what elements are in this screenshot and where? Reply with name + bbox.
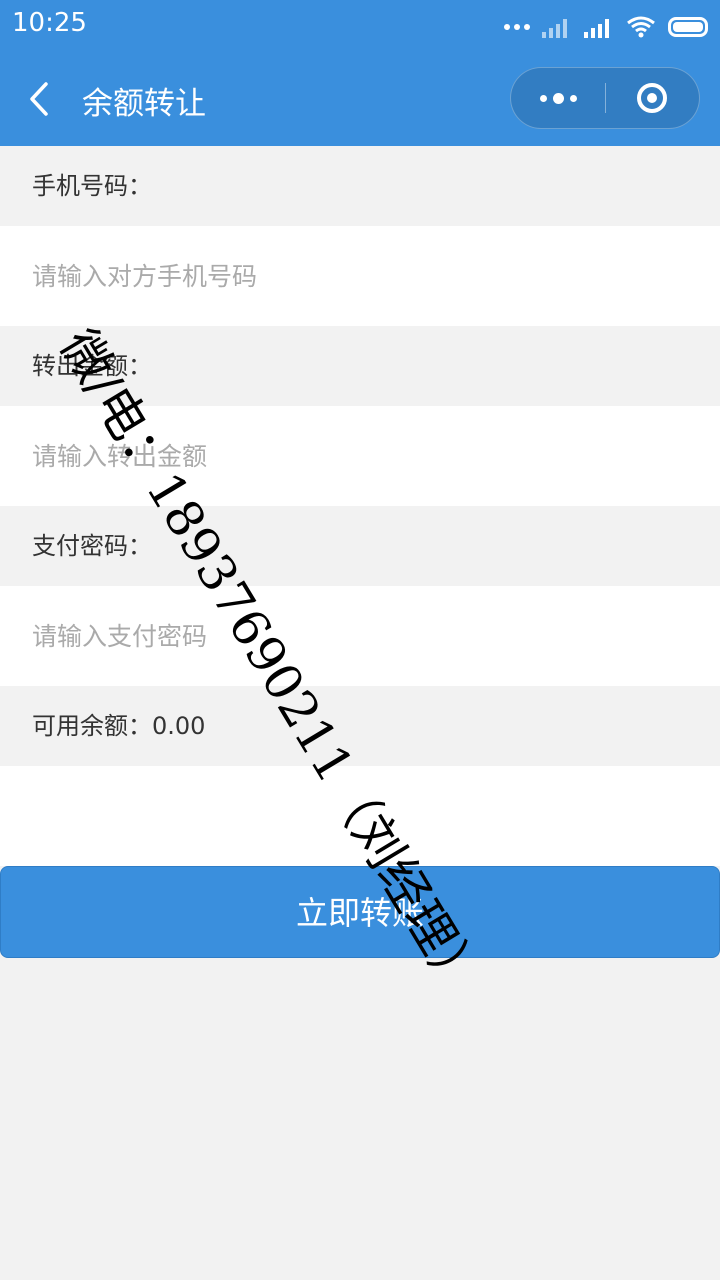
wifi-icon	[627, 16, 655, 38]
signal-icon	[584, 19, 609, 38]
phone-input-row	[0, 226, 720, 326]
more-notifications-icon	[504, 24, 530, 30]
battery-icon	[668, 17, 708, 37]
status-time: 10:25	[12, 8, 87, 38]
transfer-now-button[interactable]: 立即转账	[0, 866, 720, 958]
password-input[interactable]	[32, 586, 682, 686]
phone-label: 手机号码：	[32, 172, 152, 200]
amount-input-row	[0, 406, 720, 506]
more-dots-icon[interactable]	[511, 68, 605, 128]
mini-program-capsule	[510, 67, 700, 129]
spacer	[0, 766, 720, 866]
status-icons	[504, 12, 708, 42]
amount-label: 转出金额：	[32, 352, 152, 380]
password-input-row	[0, 586, 720, 686]
page-title: 余额转让	[82, 86, 206, 122]
available-balance: 可用余额：0.00	[32, 712, 206, 740]
status-bar: 10:25	[0, 0, 720, 52]
close-ring-icon[interactable]	[605, 68, 699, 128]
signal-icon	[542, 19, 567, 38]
top-bar: 10:25 余额转让	[0, 0, 720, 146]
nav-bar: 余额转让	[0, 52, 720, 146]
back-arrow-icon[interactable]	[20, 72, 64, 126]
amount-input[interactable]	[32, 406, 682, 506]
password-label: 支付密码：	[32, 532, 152, 560]
phone-input[interactable]	[32, 226, 682, 326]
